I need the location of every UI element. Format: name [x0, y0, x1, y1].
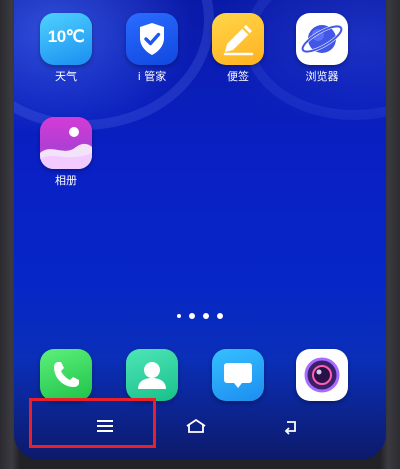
app-browser[interactable]: 浏览器: [290, 13, 354, 84]
weather-temperature: 10℃: [47, 27, 85, 46]
page-indicator: [0, 313, 400, 319]
planet-icon: [296, 13, 348, 65]
shield-check-icon: [126, 13, 178, 65]
app-notes[interactable]: 便签: [206, 13, 270, 84]
page-dot[interactable]: [203, 313, 209, 319]
dock-phone[interactable]: [34, 349, 98, 401]
dock-contacts[interactable]: [120, 349, 184, 401]
home-screen: 10℃ 天气 i 管家 便签 浏览器 相册: [14, 0, 386, 460]
app-label: i 管家: [137, 70, 167, 83]
app-label: 相册: [55, 174, 77, 187]
home-icon: [186, 419, 206, 433]
dock-camera[interactable]: [290, 349, 354, 401]
contacts-icon: [126, 349, 178, 401]
home-button[interactable]: [151, 400, 241, 452]
back-icon: [284, 421, 296, 435]
messages-icon: [212, 349, 264, 401]
app-label: 便签: [227, 70, 249, 83]
camera-icon: [296, 349, 348, 401]
menu-button[interactable]: [60, 400, 150, 452]
photo-album-icon: [40, 117, 92, 169]
back-button[interactable]: [246, 400, 336, 452]
weather-icon: 10℃: [40, 13, 92, 65]
app-label: 天气: [55, 70, 77, 83]
app-album[interactable]: 相册: [34, 117, 98, 188]
pencil-icon: [212, 13, 264, 65]
page-dot[interactable]: [217, 313, 223, 319]
phone-icon: [40, 349, 92, 401]
navigation-bar: [0, 400, 400, 458]
menu-icon: [97, 420, 113, 432]
page-dot[interactable]: [177, 314, 181, 318]
app-imanager[interactable]: i 管家: [120, 13, 184, 84]
page-dot-current[interactable]: [189, 313, 195, 319]
app-weather[interactable]: 10℃ 天气: [34, 13, 98, 84]
dock-messages[interactable]: [206, 349, 270, 401]
app-label: 浏览器: [305, 70, 339, 83]
